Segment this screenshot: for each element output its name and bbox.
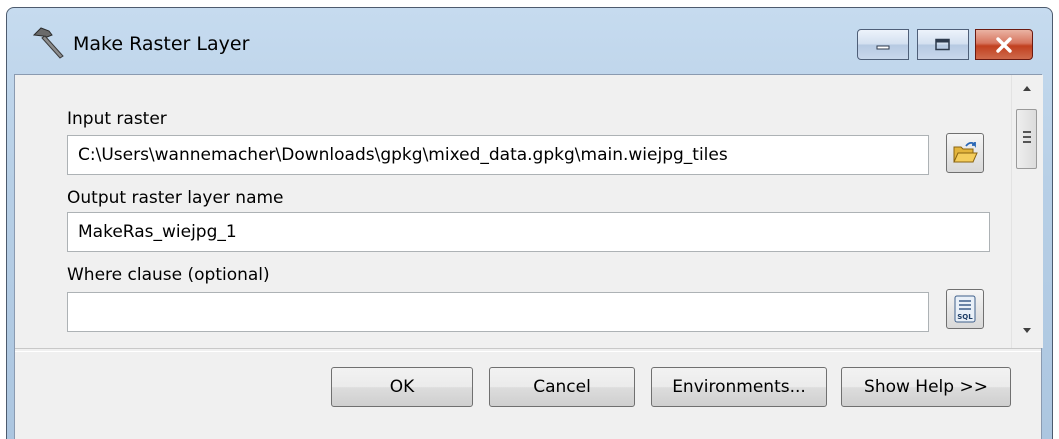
scrollbar-thumb[interactable]	[1016, 109, 1037, 169]
where-clause-label: Where clause (optional)	[67, 265, 270, 285]
close-icon	[996, 36, 1012, 53]
input-raster-label: Input raster	[67, 109, 167, 129]
scroll-up-arrow-icon[interactable]	[1022, 84, 1032, 92]
output-name-label: Output raster layer name	[67, 188, 284, 208]
maximize-icon	[935, 38, 950, 50]
maximize-button[interactable]	[917, 29, 969, 60]
where-clause-field[interactable]	[67, 292, 929, 332]
output-name-field[interactable]: MakeRas_wiejpg_1	[67, 212, 990, 252]
sql-icon-text: SQL	[957, 313, 973, 321]
input-raster-field[interactable]: C:\Users\wannemacher\Downloads\gpkg\mixe…	[67, 135, 929, 175]
title-bar[interactable]: Make Raster Layer	[7, 8, 1052, 74]
sql-query-icon: SQL	[954, 295, 976, 323]
parameters-panel: Input raster C:\Users\wannemacher\Downlo…	[15, 75, 1011, 348]
folder-open-icon	[953, 141, 978, 163]
show-help-button[interactable]: Show Help >>	[841, 367, 1011, 407]
dialog-window: Make Raster Layer Input raster C:\Users\…	[6, 7, 1053, 439]
close-button[interactable]	[975, 29, 1033, 60]
window-title: Make Raster Layer	[73, 33, 250, 55]
dialog-body: Input raster C:\Users\wannemacher\Downlo…	[14, 74, 1043, 439]
ok-button[interactable]: OK	[331, 367, 473, 407]
hammer-icon	[32, 27, 64, 59]
minimize-button[interactable]	[857, 29, 909, 60]
scrollbar-grip-icon	[1023, 131, 1031, 146]
minimize-icon	[876, 45, 890, 49]
browse-input-button[interactable]	[946, 133, 984, 173]
sql-query-button[interactable]: SQL	[946, 289, 984, 329]
button-row-divider	[15, 348, 1041, 352]
cancel-button[interactable]: Cancel	[489, 367, 635, 407]
vertical-scrollbar[interactable]	[1011, 75, 1043, 348]
environments-button[interactable]: Environments...	[651, 367, 827, 407]
scroll-down-arrow-icon[interactable]	[1022, 327, 1032, 335]
